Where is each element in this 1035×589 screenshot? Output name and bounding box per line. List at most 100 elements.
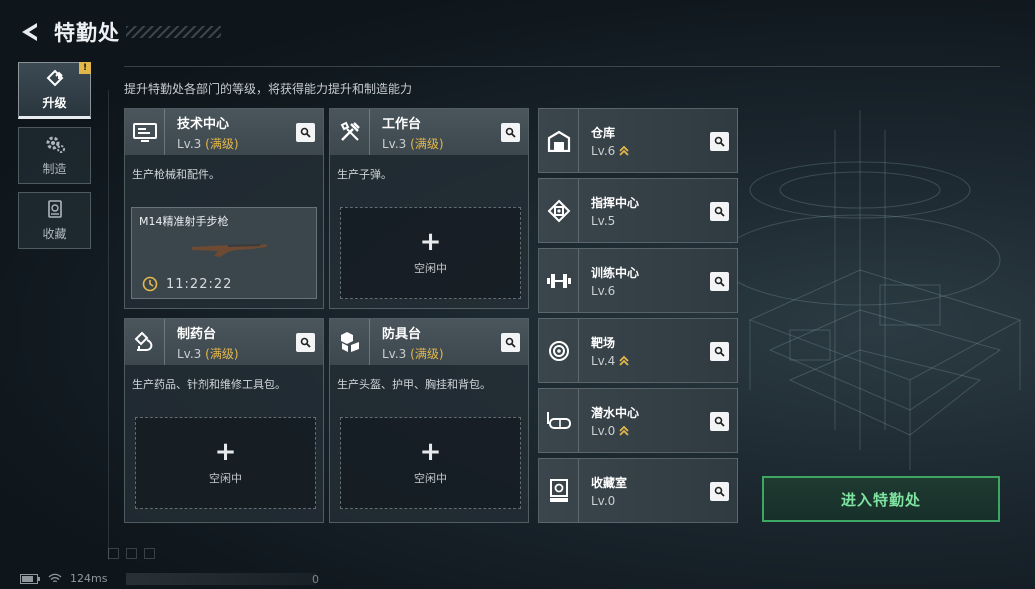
- status-counter: 0: [312, 573, 319, 586]
- department-level: Lv.3: [382, 346, 407, 361]
- sidebar-label: 升级: [42, 96, 67, 110]
- facility-level: Lv.6: [591, 143, 616, 158]
- sidebar-label: 制造: [42, 162, 67, 176]
- department-card-pharmacy[interactable]: 制药台 Lv.3 (满级) 生产药品、针剂和维修工具包。 + 空闲中: [124, 318, 324, 523]
- add-plus-icon: +: [419, 437, 442, 467]
- sidebar-label: 收藏: [42, 227, 67, 241]
- facility-blueprint-art: [730, 110, 1022, 470]
- department-name: 技术中心: [177, 116, 230, 132]
- pharmacy-icon: [125, 319, 165, 365]
- upgrade-icon: [46, 69, 63, 87]
- facility-name: 收藏室: [591, 475, 628, 490]
- title-decoration: [126, 26, 221, 38]
- magnifier-icon[interactable]: [501, 333, 520, 352]
- card-header: 技术中心 Lv.3 (满级): [125, 109, 323, 155]
- upgrade-chevron-icon: [619, 145, 629, 156]
- facility-level: Lv.5: [591, 213, 616, 228]
- facility-name: 潜水中心: [591, 405, 640, 420]
- magnifier-icon[interactable]: [710, 272, 729, 291]
- facility-name: 仓库: [591, 125, 616, 140]
- decoration: [144, 548, 155, 559]
- facility-card-command-center[interactable]: 指挥中心 Lv.5: [538, 178, 738, 243]
- magnifier-icon[interactable]: [296, 333, 315, 352]
- magnifier-icon[interactable]: [710, 412, 729, 431]
- magnifier-icon[interactable]: [710, 482, 729, 501]
- facility-level: Lv.0: [591, 493, 616, 508]
- magnifier-icon[interactable]: [710, 132, 729, 151]
- sidebar-tab-craft[interactable]: 制造: [18, 127, 91, 184]
- empty-production-slot[interactable]: + 空闲中: [135, 417, 316, 509]
- gear-icon: [46, 136, 65, 153]
- facility-card-diving-center[interactable]: 潜水中心 Lv.0: [538, 388, 738, 453]
- ping-value: 124ms: [70, 572, 108, 585]
- facility-name: 训练中心: [591, 265, 640, 280]
- upgrade-chevron-icon: [619, 425, 629, 436]
- facility-name: 指挥中心: [591, 195, 640, 210]
- card-header: 防具台 Lv.3 (满级): [330, 319, 528, 365]
- department-name: 制药台: [177, 326, 217, 342]
- upgrade-chevron-icon: [619, 355, 629, 366]
- warehouse-icon: [539, 109, 579, 172]
- magnifier-icon[interactable]: [710, 342, 729, 361]
- facility-level: Lv.0: [591, 423, 616, 438]
- wifi-icon: [48, 573, 62, 583]
- workbench-icon: [330, 109, 370, 155]
- idle-label: 空闲中: [414, 262, 447, 275]
- magnifier-icon[interactable]: [710, 202, 729, 221]
- blurred-info-bar: [126, 573, 316, 585]
- department-description: 生产药品、针剂和维修工具包。: [132, 378, 286, 391]
- card-header: 制药台 Lv.3 (满级): [125, 319, 323, 365]
- notification-badge: !: [79, 62, 91, 74]
- facility-level: Lv.4: [591, 353, 616, 368]
- add-plus-icon: +: [419, 227, 442, 257]
- rifle-icon: [192, 244, 267, 257]
- department-level: Lv.3: [382, 136, 407, 151]
- max-level-tag: (满级): [205, 346, 239, 361]
- department-description: 生产子弹。: [337, 168, 392, 181]
- idle-label: 空闲中: [209, 472, 242, 485]
- facility-level: Lv.6: [591, 283, 616, 298]
- production-slot[interactable]: M14精准射手步枪 11:22:22: [131, 207, 317, 299]
- max-level-tag: (满级): [205, 136, 239, 151]
- collection-room-icon: [539, 459, 579, 522]
- max-level-tag: (满级): [410, 136, 444, 151]
- page-title: 特勤处: [54, 21, 120, 45]
- department-level: Lv.3: [177, 136, 202, 151]
- collection-icon: [47, 200, 62, 218]
- training-center-icon: [539, 249, 579, 312]
- department-card-tech-center[interactable]: 技术中心 Lv.3 (满级) 生产枪械和配件。 M14精准射手步枪 11:22:…: [124, 108, 324, 309]
- facility-card-training-center[interactable]: 训练中心 Lv.6: [538, 248, 738, 313]
- facility-name: 靶场: [591, 335, 616, 350]
- diving-center-icon: [539, 389, 579, 452]
- empty-production-slot[interactable]: + 空闲中: [340, 417, 521, 509]
- enter-special-ops-button[interactable]: 进入特勤处: [762, 476, 1000, 522]
- magnifier-icon[interactable]: [501, 123, 520, 142]
- department-level: Lv.3: [177, 346, 202, 361]
- add-plus-icon: +: [214, 437, 237, 467]
- status-bar: 124ms: [20, 572, 107, 585]
- page-description: 提升特勤处各部门的等级，将获得能力提升和制造能力: [124, 82, 413, 96]
- department-description: 生产头盔、护甲、胸挂和背包。: [337, 378, 491, 391]
- header-divider: [124, 66, 1000, 67]
- facility-card-collection-room[interactable]: 收藏室 Lv.0: [538, 458, 738, 523]
- magnifier-icon[interactable]: [296, 123, 315, 142]
- card-header: 工作台 Lv.3 (满级): [330, 109, 528, 155]
- command-center-icon: [539, 179, 579, 242]
- department-card-armor-bench[interactable]: 防具台 Lv.3 (满级) 生产头盔、护甲、胸挂和背包。 + 空闲中: [329, 318, 529, 523]
- department-name: 工作台: [382, 116, 422, 132]
- department-name: 防具台: [382, 326, 422, 342]
- idle-label: 空闲中: [414, 472, 447, 485]
- empty-production-slot[interactable]: + 空闲中: [340, 207, 521, 299]
- sidebar-tab-collection[interactable]: 收藏: [18, 192, 91, 249]
- facility-card-shooting-range[interactable]: 靶场 Lv.4: [538, 318, 738, 383]
- decoration: [126, 548, 137, 559]
- department-description: 生产枪械和配件。: [132, 168, 220, 181]
- decoration: [108, 548, 119, 559]
- back-arrow-icon[interactable]: [18, 20, 42, 44]
- facility-card-warehouse[interactable]: 仓库 Lv.6: [538, 108, 738, 173]
- timer-icon: [142, 276, 158, 292]
- armor-bench-icon: [330, 319, 370, 365]
- tech-center-icon: [125, 109, 165, 155]
- sidebar-tab-upgrade[interactable]: ! 升级: [18, 62, 91, 119]
- department-card-workbench[interactable]: 工作台 Lv.3 (满级) 生产子弹。 + 空闲中: [329, 108, 529, 309]
